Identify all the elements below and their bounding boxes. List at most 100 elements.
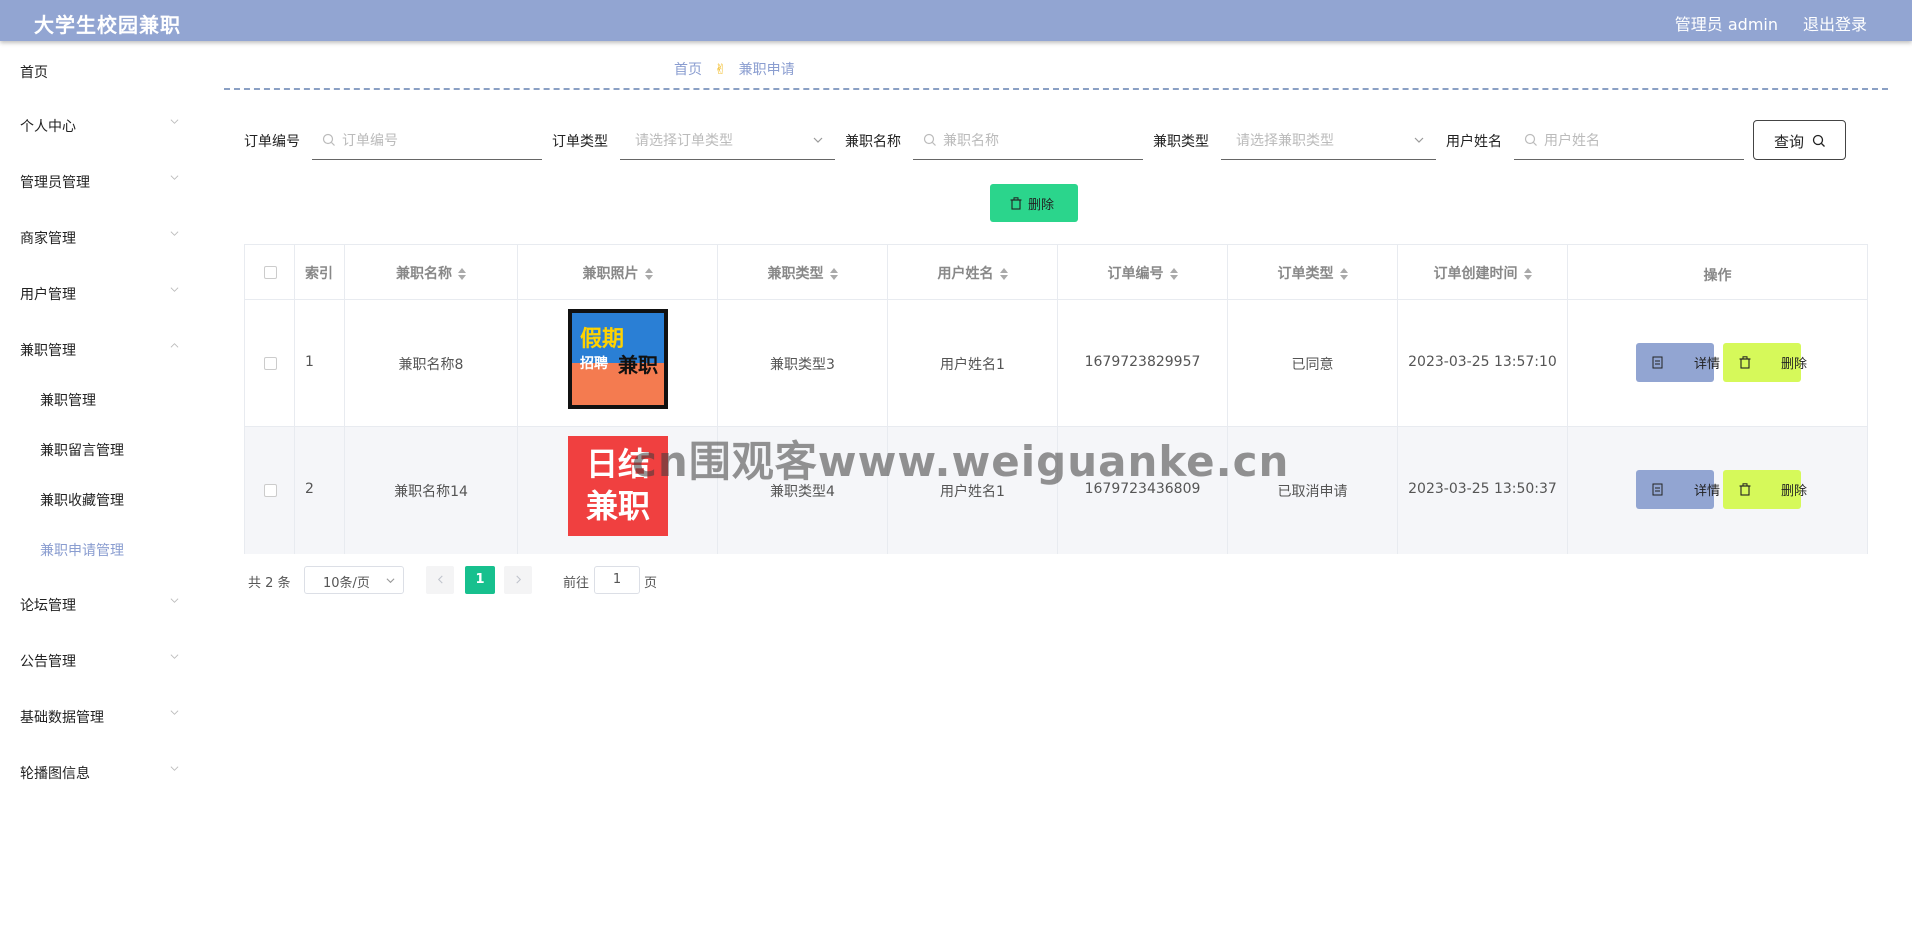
sidebar-item-label: 公告管理: [20, 654, 76, 670]
sidebar-item-profile[interactable]: 个人中心: [0, 107, 200, 143]
sidebar-item-notices[interactable]: 公告管理: [0, 642, 200, 678]
order-no-value: 1679723829957: [1084, 354, 1201, 370]
header-user-name[interactable]: 用户姓名: [888, 245, 1058, 300]
sidebar-subitem-job-comments[interactable]: 兼职留言管理: [0, 434, 200, 464]
sort-icon[interactable]: [1169, 268, 1178, 280]
job-photo-subtitle: 招聘: [580, 356, 608, 372]
created-value: 2023-03-25 13:57:10: [1408, 354, 1557, 370]
order-type-label: 订单类型: [552, 134, 608, 150]
order-type-select[interactable]: 请选择订单类型: [620, 122, 835, 160]
chevron-down-icon: [170, 654, 179, 659]
index-value: 1: [305, 354, 314, 370]
chevron-down-icon: [386, 578, 395, 584]
sidebar-item-label: 兼职留言管理: [40, 443, 124, 459]
user-name-placeholder: 用户姓名: [1544, 133, 1600, 149]
job-name-cell: 兼职名称14: [345, 427, 518, 554]
page-number: 1: [475, 572, 485, 587]
header-label: 订单编号: [1107, 266, 1164, 282]
breadcrumb: 首页 ✌ 兼职申请: [674, 59, 803, 79]
document-icon: [1652, 483, 1663, 496]
sidebar: 首页 个人中心 管理员管理 商家管理 用户管理 兼职管理 兼职管理 兼职留言管理…: [0, 41, 200, 932]
document-icon: [1652, 356, 1663, 369]
job-name-input[interactable]: 兼职名称: [913, 122, 1143, 160]
job-name-value: 兼职名称14: [394, 484, 468, 500]
header-actions: 操作: [1568, 245, 1867, 300]
sidebar-item-home[interactable]: 首页: [0, 53, 200, 89]
header-order-type[interactable]: 订单类型: [1228, 245, 1398, 300]
search-icon: [1812, 134, 1825, 147]
order-no-input[interactable]: 订单编号: [312, 122, 542, 160]
row-checkbox[interactable]: [264, 484, 277, 497]
user-name-input[interactable]: 用户姓名: [1514, 122, 1744, 160]
header-index: 索引: [295, 245, 345, 300]
job-type-select[interactable]: 请选择兼职类型: [1221, 122, 1436, 160]
page-size-value: 10条/页: [323, 576, 370, 591]
sidebar-item-label: 兼职收藏管理: [40, 493, 124, 509]
order-no-label: 订单编号: [244, 134, 300, 150]
detail-button[interactable]: 详情: [1636, 470, 1720, 509]
batch-delete-button[interactable]: 删除: [990, 184, 1078, 222]
sort-icon[interactable]: [644, 268, 653, 280]
delete-button[interactable]: 删除: [1723, 343, 1807, 382]
header-job-photo[interactable]: 兼职照片: [518, 245, 718, 300]
sidebar-item-label: 首页: [20, 65, 48, 81]
select-all-checkbox[interactable]: [264, 266, 277, 279]
batch-delete-label: 删除: [1028, 198, 1055, 213]
index-cell: 2: [295, 427, 345, 554]
header-job-type[interactable]: 兼职类型: [718, 245, 888, 300]
delete-button[interactable]: 删除: [1723, 470, 1807, 509]
actions-cell: 详情 删除: [1568, 300, 1867, 427]
header-label: 兼职名称: [396, 266, 452, 282]
job-photo-cell: 假期 招聘 兼职: [518, 300, 718, 427]
header-label: 兼职类型: [767, 266, 824, 282]
sidebar-item-base-data[interactable]: 基础数据管理: [0, 698, 200, 734]
sidebar-subitem-job-favorites[interactable]: 兼职收藏管理: [0, 484, 200, 514]
query-label: 查询: [1774, 133, 1805, 151]
logout-link[interactable]: 退出登录: [1803, 11, 1867, 35]
actions-cell: 详情 删除: [1568, 427, 1867, 554]
created-cell: 2023-03-25 13:50:37: [1398, 427, 1568, 554]
sidebar-item-label: 用户管理: [20, 287, 76, 303]
next-page-button[interactable]: [504, 566, 532, 594]
job-photo[interactable]: 假期 招聘 兼职: [568, 309, 668, 409]
detail-button[interactable]: 详情: [1636, 343, 1720, 382]
goto-input[interactable]: 1: [594, 566, 640, 594]
sidebar-subitem-job-applications[interactable]: 兼职申请管理: [0, 534, 200, 564]
sidebar-item-admins[interactable]: 管理员管理: [0, 163, 200, 199]
sort-icon[interactable]: [1339, 268, 1348, 280]
header-order-no[interactable]: 订单编号: [1058, 245, 1228, 300]
header-created[interactable]: 订单创建时间: [1398, 245, 1568, 300]
sidebar-item-jobs[interactable]: 兼职管理: [0, 331, 200, 367]
trash-icon: [1739, 356, 1751, 369]
sidebar-item-merchants[interactable]: 商家管理: [0, 219, 200, 255]
sort-icon[interactable]: [999, 268, 1008, 280]
sidebar-item-label: 论坛管理: [20, 598, 76, 614]
delete-label: 删除: [1780, 484, 1807, 499]
sidebar-item-users[interactable]: 用户管理: [0, 275, 200, 311]
page-size-select[interactable]: 10条/页: [304, 566, 404, 594]
sidebar-item-carousel[interactable]: 轮播图信息: [0, 754, 200, 790]
job-name-label: 兼职名称: [845, 134, 901, 150]
page-1-button[interactable]: 1: [465, 566, 495, 594]
sidebar-item-forum[interactable]: 论坛管理: [0, 586, 200, 622]
sort-icon[interactable]: [829, 268, 838, 280]
header-label: 订单类型: [1277, 266, 1334, 282]
order-type-placeholder: 请选择订单类型: [635, 133, 733, 149]
chevron-down-icon: [170, 287, 179, 292]
sort-icon[interactable]: [1523, 268, 1532, 280]
sort-icon[interactable]: [458, 268, 466, 280]
index-value: 2: [305, 481, 314, 497]
chevron-right-icon: [516, 575, 522, 584]
divider: [224, 88, 1888, 90]
header-job-name[interactable]: 兼职名称: [345, 245, 518, 300]
query-button[interactable]: 查询: [1753, 120, 1846, 160]
chevron-down-icon: [1414, 137, 1424, 143]
hand-icon: ✌: [714, 62, 727, 78]
sidebar-subitem-jobs[interactable]: 兼职管理: [0, 384, 200, 414]
created-cell: 2023-03-25 13:57:10: [1398, 300, 1568, 427]
row-checkbox[interactable]: [264, 357, 277, 370]
prev-page-button[interactable]: [426, 566, 454, 594]
breadcrumb-home[interactable]: 首页: [674, 62, 702, 78]
header-select-all: [245, 245, 295, 300]
user-name-label: 用户姓名: [1446, 134, 1502, 150]
